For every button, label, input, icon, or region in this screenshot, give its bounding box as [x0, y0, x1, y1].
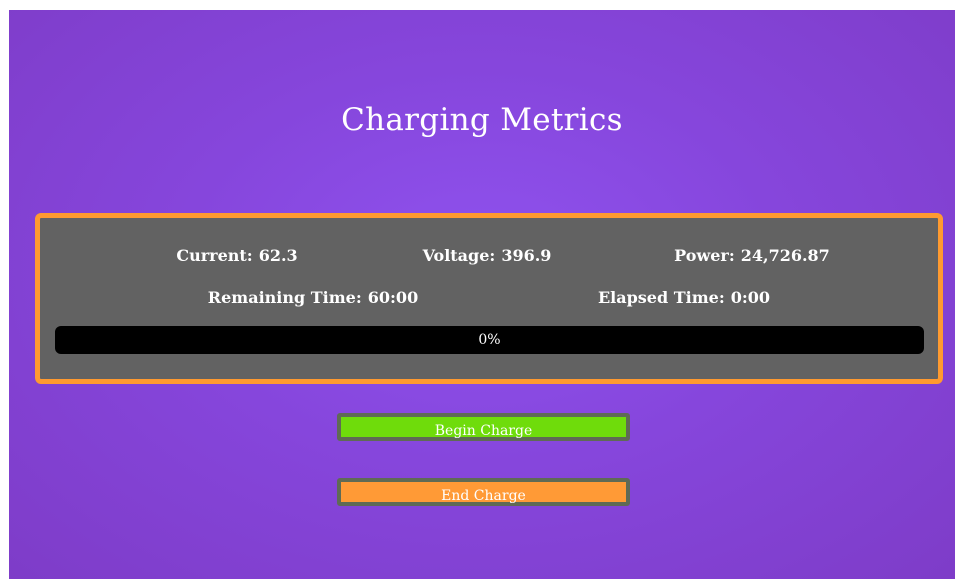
- metric-elapsed-time: Elapsed Time: 0:00: [598, 288, 770, 307]
- end-charge-button[interactable]: End Charge: [337, 478, 630, 506]
- metric-voltage-label: Voltage:: [422, 246, 496, 265]
- metrics-panel: Current: 62.3 Voltage: 396.9 Power: 24,726.…: [35, 213, 943, 384]
- metric-elapsed-time-value: 0:00: [730, 288, 771, 307]
- metric-power-value: 24,726.87: [740, 246, 830, 265]
- metric-current-label: Current:: [176, 246, 253, 265]
- metric-voltage: Voltage: 396.9: [423, 246, 552, 265]
- metric-power-label: Power:: [674, 246, 735, 265]
- metric-current-value: 62.3: [258, 246, 298, 265]
- metric-elapsed-time-label: Elapsed Time:: [597, 288, 725, 307]
- charge-progress-text: 0%: [478, 332, 501, 348]
- metric-voltage-value: 396.9: [501, 246, 552, 265]
- charge-progress-bar: 0%: [55, 326, 924, 354]
- app-container: Charging Metrics Current: 62.3 Voltage: 39…: [9, 10, 955, 579]
- metric-current: Current: 62.3: [176, 246, 297, 265]
- page-title: Charging Metrics: [341, 102, 623, 138]
- begin-charge-button[interactable]: Begin Charge: [337, 413, 630, 441]
- metric-remaining-time: Remaining Time: 60:00: [208, 288, 418, 307]
- metric-remaining-time-label: Remaining Time:: [207, 288, 362, 307]
- metric-power: Power: 24,726.87: [674, 246, 830, 265]
- metric-remaining-time-value: 60:00: [367, 288, 419, 307]
